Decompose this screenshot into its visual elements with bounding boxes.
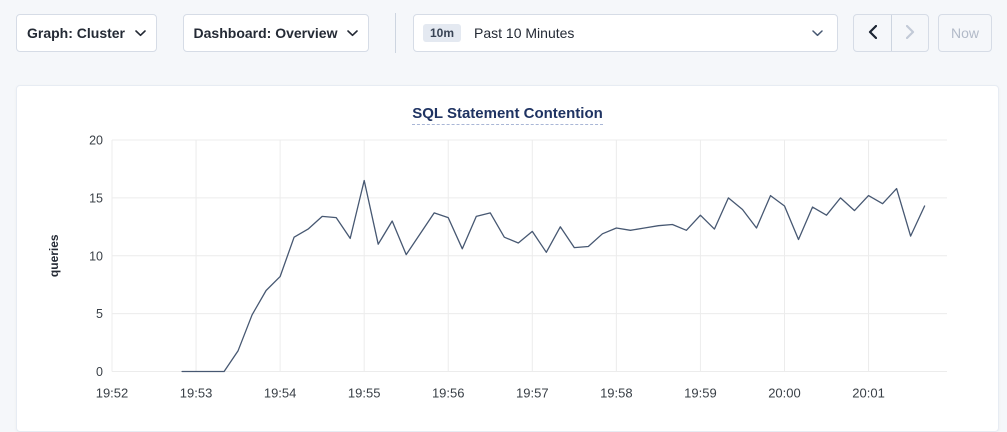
chevron-right-icon — [906, 25, 915, 42]
x-tick-label: 19:54 — [264, 386, 297, 401]
chart-title-row: SQL Statement Contention — [17, 105, 998, 125]
y-tick-label: 10 — [89, 249, 103, 263]
chart-title[interactable]: SQL Statement Contention — [412, 105, 603, 125]
graph-dropdown[interactable]: Graph: Cluster — [16, 14, 157, 52]
x-tick-label: 19:55 — [348, 386, 381, 401]
next-time-button[interactable] — [891, 15, 928, 51]
y-axis-label: queries — [47, 234, 61, 277]
now-button-label: Now — [951, 25, 979, 41]
chevron-down-icon — [812, 30, 823, 37]
toolbar-divider — [395, 13, 396, 53]
x-tick-label: 19:56 — [432, 386, 465, 401]
x-tick-label: 19:52 — [96, 386, 129, 401]
time-range-label: Past 10 Minutes — [474, 25, 574, 41]
dashboard-dropdown-label: Dashboard: Overview — [194, 25, 338, 41]
dashboard-dropdown[interactable]: Dashboard: Overview — [183, 14, 369, 52]
y-tick-label: 0 — [96, 365, 103, 379]
chevron-left-icon — [868, 25, 877, 42]
now-button[interactable]: Now — [938, 14, 992, 52]
x-tick-label: 20:01 — [852, 386, 885, 401]
y-tick-label: 15 — [89, 191, 103, 205]
time-range-dropdown[interactable]: 10m Past 10 Minutes — [413, 14, 838, 52]
chevron-down-icon — [347, 30, 358, 37]
x-tick-label: 19:58 — [600, 386, 633, 401]
x-tick-label: 19:53 — [180, 386, 213, 401]
sql-contention-chart[interactable]: 0 5 10 15 20 19:52 19:53 19:54 19:55 19:56 19:57 19… — [17, 126, 998, 426]
x-tick-label: 19:57 — [516, 386, 549, 401]
chart-card: SQL Statement Contention 0 5 10 15 20 19:52 19… — [16, 85, 999, 432]
time-shift-button-group — [853, 14, 929, 52]
y-tick-label: 20 — [89, 134, 103, 148]
x-tick-label: 20:00 — [768, 386, 801, 401]
previous-time-button[interactable] — [854, 15, 891, 51]
chevron-down-icon — [135, 30, 146, 37]
x-tick-label: 19:59 — [684, 386, 717, 401]
graph-dropdown-label: Graph: Cluster — [27, 25, 125, 41]
y-tick-label: 5 — [96, 307, 103, 321]
toolbar: Graph: Cluster Dashboard: Overview 10m P… — [0, 0, 1007, 66]
time-range-badge: 10m — [423, 24, 461, 42]
series-line — [182, 181, 925, 372]
